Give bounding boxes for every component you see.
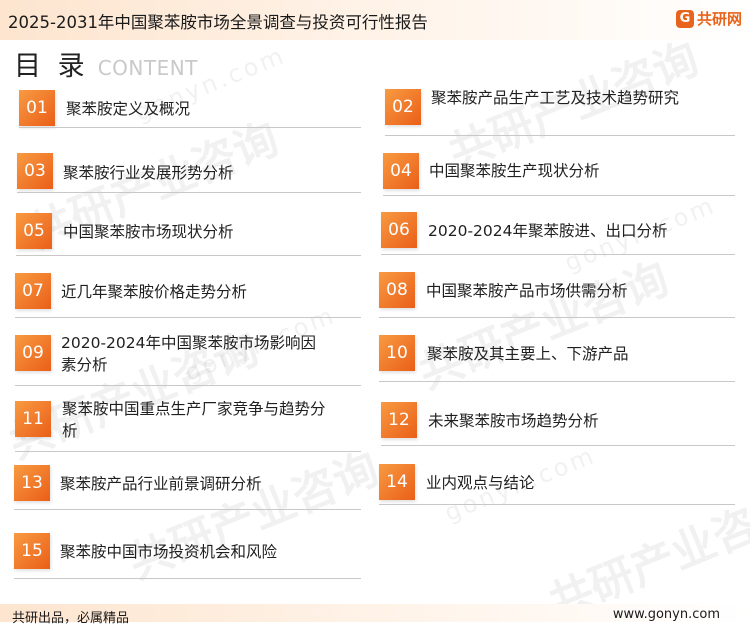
toc-number: 10: [379, 335, 415, 371]
toc-number: 07: [15, 273, 51, 309]
divider: [379, 317, 735, 318]
divider: [381, 445, 735, 446]
toc-number: 09: [15, 335, 51, 371]
divider: [17, 192, 361, 193]
header-bar: 2025-2031年中国聚苯胺市场全景调查与投资可行性报告 G 共研网: [0, 0, 750, 40]
divider: [379, 381, 735, 382]
toc-number: 06: [381, 212, 417, 248]
toc-item-label[interactable]: 近几年聚苯胺价格走势分析: [61, 281, 351, 303]
toc-item-label[interactable]: 业内观点与结论: [426, 472, 726, 494]
toc-number: 04: [383, 153, 419, 189]
divider: [14, 578, 361, 579]
divider: [381, 254, 735, 255]
brand: G 共研网: [675, 8, 742, 29]
section-heading: 目 录 CONTENT: [14, 44, 198, 83]
divider: [385, 135, 735, 136]
divider: [19, 127, 361, 128]
divider: [379, 504, 735, 505]
divider: [383, 195, 735, 196]
watermark: 共研产业咨询: [411, 253, 676, 400]
toc-item-label[interactable]: 2020-2024年中国聚苯胺市场影响因素分析: [61, 332, 331, 376]
footer-slogan: 共研出品，必属精品: [12, 611, 130, 626]
toc-item-label[interactable]: 聚苯胺行业发展形势分析: [63, 162, 353, 184]
toc-number: 14: [379, 464, 415, 500]
heading-main: 目 录: [14, 51, 89, 82]
toc-number: 01: [19, 90, 55, 126]
toc-number: 13: [14, 465, 50, 501]
toc-item-label[interactable]: 聚苯胺及其主要上、下游产品: [427, 343, 727, 365]
watermark: 共研产业咨询: [121, 443, 386, 590]
toc-number: 08: [379, 272, 415, 308]
divider: [15, 385, 361, 386]
toc-number: 11: [15, 401, 51, 437]
toc-item-label[interactable]: 聚苯胺产品生产工艺及技术趋势研究: [431, 87, 701, 109]
heading-sub: CONTENT: [97, 56, 198, 80]
footer-url[interactable]: www.gonyn.com: [613, 607, 720, 622]
toc-number: 05: [16, 213, 52, 249]
toc-item-label[interactable]: 中国聚苯胺市场现状分析: [63, 221, 353, 243]
toc-number: 02: [385, 89, 421, 125]
divider: [15, 317, 361, 318]
footer-bar: 共研出品，必属精品 www.gonyn.com: [0, 604, 750, 626]
toc-item-label[interactable]: 聚苯胺中国重点生产厂家竞争与趋势分析: [62, 398, 330, 442]
toc-item-label[interactable]: 未来聚苯胺市场趋势分析: [428, 410, 728, 432]
divider: [15, 451, 361, 452]
report-title: 2025-2031年中国聚苯胺市场全景调查与投资可行性报告: [8, 13, 428, 32]
toc-item-label[interactable]: 中国聚苯胺生产现状分析: [429, 160, 719, 182]
brand-name: 共研网: [696, 10, 742, 28]
toc-item-label[interactable]: 聚苯胺定义及概况: [66, 98, 356, 120]
toc-item-label[interactable]: 聚苯胺产品行业前景调研分析: [60, 473, 350, 495]
toc-item-label[interactable]: 中国聚苯胺产品市场供需分析: [426, 280, 726, 302]
toc-number: 12: [381, 402, 417, 438]
brand-logo-icon: G: [675, 9, 694, 28]
divider: [14, 509, 361, 510]
toc-number: 03: [17, 153, 53, 189]
toc-item-label[interactable]: 2020-2024年聚苯胺进、出口分析: [428, 220, 728, 242]
divider: [16, 255, 361, 256]
toc-number: 15: [14, 533, 50, 569]
toc-item-label[interactable]: 聚苯胺中国市场投资机会和风险: [60, 541, 350, 563]
